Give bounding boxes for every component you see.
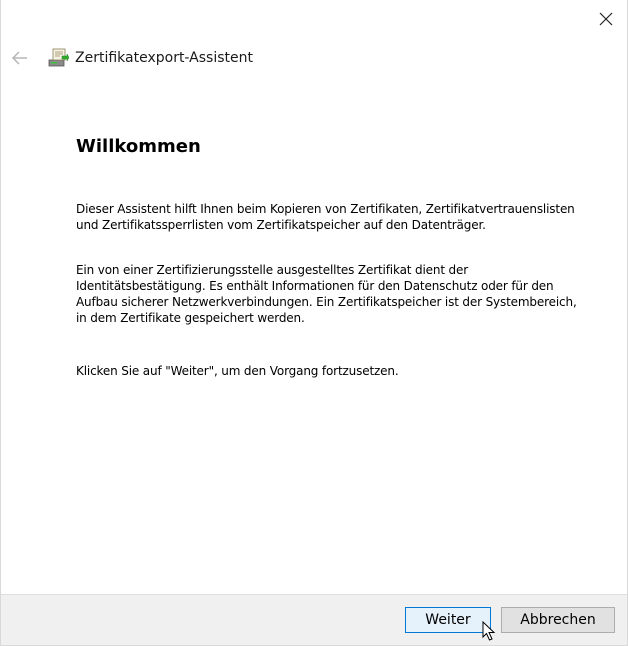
continue-instruction-paragraph: Klicken Sie auf "Weiter", um den Vorgang… [76, 364, 399, 378]
wizard-title: Zertifikatexport-Assistent [75, 50, 253, 66]
page-heading: Willkommen [76, 136, 201, 157]
mouse-cursor-icon [482, 621, 496, 641]
certificate-info-paragraph: Ein von einer Zertifizierungsstelle ausg… [76, 263, 577, 325]
close-icon [599, 12, 613, 26]
next-button[interactable]: Weiter [405, 607, 491, 633]
wizard-header: Zertifikatexport-Assistent [9, 44, 253, 72]
wizard-footer: Weiter Abbrechen [1, 594, 627, 645]
cancel-button[interactable]: Abbrechen [501, 607, 615, 633]
back-button[interactable] [9, 47, 31, 69]
intro-paragraph: Dieser Assistent hilft Ihnen beim Kopier… [76, 202, 575, 232]
back-arrow-icon [11, 51, 27, 65]
close-button[interactable] [593, 6, 619, 32]
certificate-wizard-icon [48, 48, 69, 67]
certificate-export-wizard-window: Zertifikatexport-Assistent Willkommen Di… [0, 0, 628, 646]
wizard-content: Willkommen Dieser Assistent hilft Ihnen … [76, 136, 586, 379]
